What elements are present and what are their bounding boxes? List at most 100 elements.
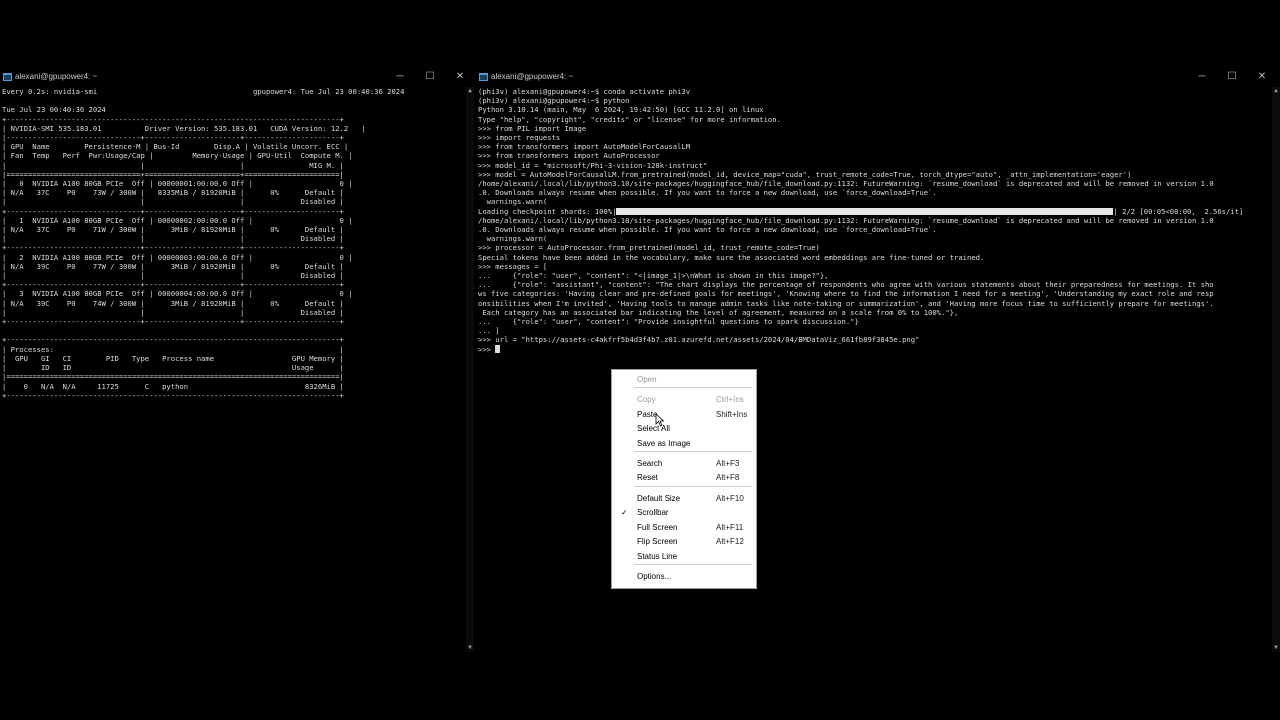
terminal-line: ... ]: [478, 326, 500, 336]
terminal-line: +---------------------------------------…: [2, 114, 344, 124]
menu-item-search[interactable]: Search Alt+F3: [612, 457, 756, 471]
minimize-button[interactable]: ─: [386, 68, 414, 86]
terminal-line: (phi3v) alexani@gpupower4:~$ conda activ…: [478, 87, 691, 96]
progress-line: Loading checkpoint shards: 100%| | 2/2 [0…: [478, 207, 1270, 216]
left-scrollbar[interactable]: ▲ ▼: [466, 87, 474, 652]
terminal-line: | | | Disabled |: [2, 271, 344, 281]
left-terminal-output[interactable]: Every 0.2s: nvidia-smi gpupower4: Tue Ju…: [2, 87, 464, 650]
terminal-app-icon: [3, 73, 12, 81]
terminal-line: >>> model = AutoModelForCausalLM.from_pr…: [478, 169, 1132, 179]
menu-item-full-screen[interactable]: Full Screen Alt+F11: [612, 521, 756, 535]
menu-item-shortcut: Alt+F10: [716, 494, 744, 503]
terminal-line: | 0 N/A N/A 11725 C python 8326MiB |: [2, 381, 344, 391]
menu-item-shortcut: Ctrl+Ins: [716, 395, 744, 404]
terminal-line: onsibilities when I'm invited', 'Having …: [478, 298, 1214, 308]
left-window-titlebar[interactable]: alexani@gpupower4: ~ ─ ☐ ✕: [0, 68, 474, 86]
terminal-line: |===============================+=======…: [2, 169, 344, 179]
terminal-line: Python 3.10.14 (main, May 6 2024, 19:42:…: [478, 105, 764, 115]
menu-separator: [634, 387, 752, 388]
menu-item-open: Open: [612, 373, 756, 387]
right-scrollbar[interactable]: ▲ ▼: [1272, 87, 1280, 652]
terminal-line: | Processes: |: [2, 344, 344, 354]
terminal-line: | N/A 37C P0 71W / 300W | 3MiB / 81920Mi…: [2, 225, 344, 235]
close-button[interactable]: ✕: [446, 68, 474, 86]
menu-item-label: Reset: [637, 473, 658, 482]
menu-item-copy: Copy Ctrl+Ins: [612, 393, 756, 407]
menu-item-scrollbar[interactable]: ✓ Scrollbar: [612, 506, 756, 520]
progress-prefix: Loading checkpoint shards: 100%|: [478, 206, 617, 216]
terminal-line: Special tokens have been added in the vo…: [478, 252, 985, 262]
menu-item-default-size[interactable]: Default Size Alt+F10: [612, 492, 756, 506]
left-terminal-window[interactable]: alexani@gpupower4: ~ ─ ☐ ✕ Every 0.2s: n…: [0, 68, 474, 652]
menu-item-save-as-image[interactable]: Save as Image: [612, 437, 756, 451]
maximize-button[interactable]: ☐: [1218, 68, 1246, 86]
maximize-button[interactable]: ☐: [416, 68, 444, 86]
menu-item-shortcut: Alt+F11: [716, 523, 744, 532]
terminal-line: ... {"role": "assistant", "content": "Th…: [478, 280, 1214, 290]
menu-item-label: Copy: [637, 395, 656, 404]
menu-item-reset[interactable]: Reset Alt+F8: [612, 471, 756, 485]
menu-item-label: Scrollbar: [637, 508, 669, 517]
terminal-line: +---------------------------------------…: [2, 390, 344, 400]
right-terminal-output[interactable]: (phi3v) alexani@gpupower4:~$ conda activ…: [478, 87, 1270, 650]
menu-item-paste[interactable]: Paste Shift+Ins: [612, 408, 756, 422]
terminal-line: ... {"role": "user", "content": "Provide…: [478, 317, 859, 327]
menu-item-label: Search: [637, 459, 663, 468]
menu-item-label: Options...: [637, 572, 672, 581]
terminal-line: Type "help", "copyright", "credits" or "…: [478, 114, 781, 124]
menu-item-options[interactable]: Options...: [612, 570, 756, 584]
python-prompt[interactable]: >>>: [478, 344, 1270, 354]
right-window-titlebar[interactable]: alexani@gpupower4: ~ ─ ☐ ✕: [476, 68, 1280, 86]
checkmark-icon: ✓: [621, 508, 628, 517]
close-button[interactable]: ✕: [1248, 68, 1276, 86]
scroll-down-arrow-icon[interactable]: ▼: [466, 644, 474, 652]
terminal-line: | GPU GI CI PID Type Process name GPU Me…: [2, 353, 344, 363]
terminal-line: | | | Disabled |: [2, 307, 344, 317]
minimize-button[interactable]: ─: [1188, 68, 1216, 86]
menu-item-shortcut: Alt+F8: [716, 473, 740, 482]
menu-item-status-line[interactable]: Status Line: [612, 550, 756, 564]
terminal-line: warnings.warn(: [478, 234, 548, 244]
terminal-line: .0. Downloads always resume when possibl…: [478, 225, 937, 235]
progress-suffix: | 2/2 [00:05<00:00, 2.56s/it]: [1113, 206, 1244, 216]
scroll-up-arrow-icon[interactable]: ▲: [466, 87, 474, 95]
terminal-line: ... {"role": "user", "content": "<|image…: [478, 271, 829, 281]
terminal-line: | 0 NVIDIA A100 80GB PCIe Off | 00000001…: [2, 179, 353, 189]
terminal-line: /home/alexani/.local/lib/python3.10/site…: [478, 179, 1214, 189]
terminal-line: warnings.warn(: [478, 197, 548, 207]
menu-item-shortcut: Alt+F12: [716, 537, 744, 546]
terminal-line: +---------------------------------------…: [2, 335, 344, 345]
mouse-pointer-icon: [655, 413, 665, 427]
terminal-line: >>> from transformers import AutoModelFo…: [478, 142, 691, 152]
terminal-line: +-------------------------------+-------…: [2, 317, 344, 327]
terminal-line: >>> from PIL import Image: [478, 123, 587, 133]
terminal-line: Each category has an associated bar indi…: [478, 307, 959, 317]
terminal-line: | N/A 37C P0 73W / 300W | 8335MiB / 8192…: [2, 188, 344, 198]
left-window-title: alexani@gpupower4: ~: [15, 72, 98, 81]
scroll-up-arrow-icon[interactable]: ▲: [1272, 87, 1280, 95]
terminal-line: | 3 NVIDIA A100 80GB PCIe Off | 00000004…: [2, 289, 353, 299]
right-terminal-window[interactable]: alexani@gpupower4: ~ ─ ☐ ✕ (phi3v) alexa…: [476, 68, 1280, 652]
menu-item-label: Status Line: [637, 552, 678, 561]
terminal-line: >>> from transformers import AutoProcess…: [478, 151, 660, 161]
terminal-line: +-------------------------------+-------…: [2, 243, 344, 253]
menu-item-shortcut: Alt+F3: [716, 459, 740, 468]
menu-item-label: Full Screen: [637, 523, 678, 532]
scroll-down-arrow-icon[interactable]: ▼: [1272, 644, 1280, 652]
menu-item-select-all[interactable]: Select All: [612, 422, 756, 436]
menu-item-label: Save as Image: [637, 439, 691, 448]
menu-separator: [634, 451, 752, 452]
terminal-line: | N/A 39C P0 74W / 300W | 3MiB / 81920Mi…: [2, 298, 344, 308]
menu-item-label: Open: [637, 375, 657, 384]
terminal-line: ws five categories: 'Having clear and pr…: [478, 289, 1214, 299]
terminal-line: >>> messages = [: [478, 261, 548, 271]
terminal-line: /home/alexani/.local/lib/python3.10/site…: [478, 215, 1214, 225]
terminal-line: | N/A 39C P0 77W / 300W | 3MiB / 81920Mi…: [2, 261, 344, 271]
menu-separator: [634, 564, 752, 565]
menu-item-flip-screen[interactable]: Flip Screen Alt+F12: [612, 535, 756, 549]
terminal-line: | Fan Temp Perf Pwr:Usage/Cap | Memory-U…: [2, 151, 353, 161]
terminal-line: Every 0.2s: nvidia-smi gpupower4: Tue Ju…: [2, 87, 405, 96]
text-cursor: [495, 344, 501, 353]
